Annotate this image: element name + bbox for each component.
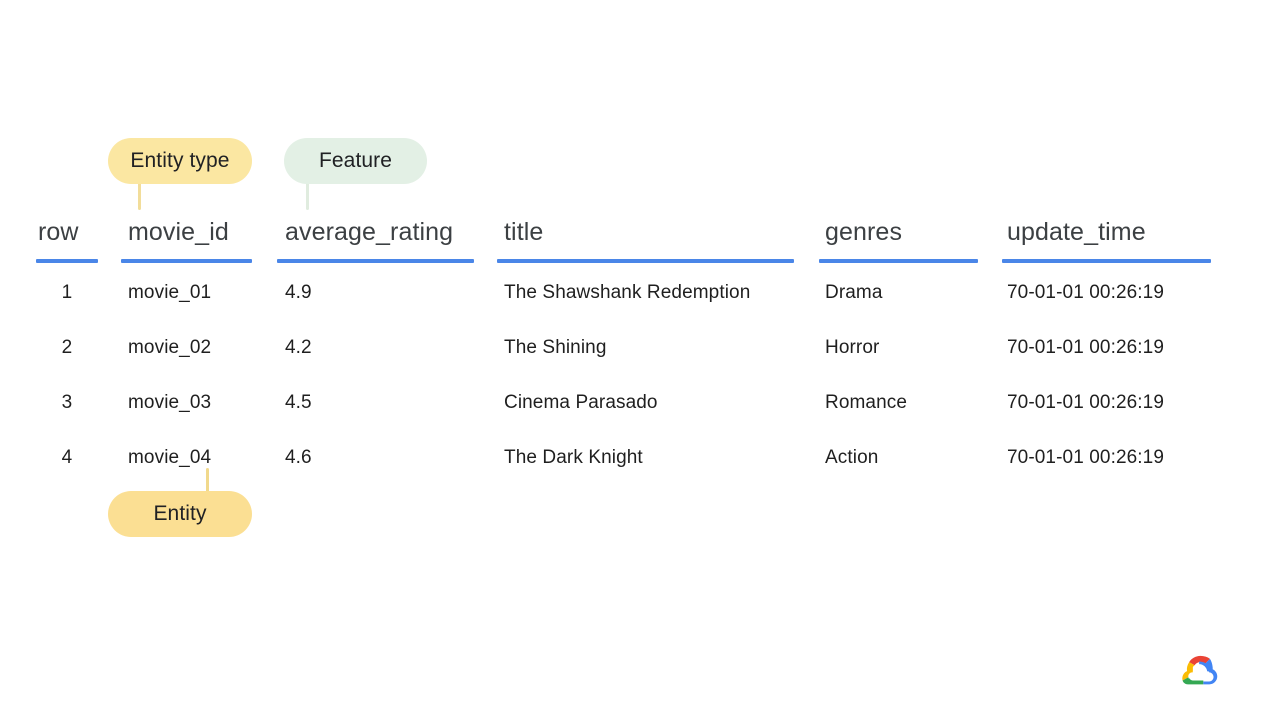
column-header-title: title [504,218,544,246]
column-header-genres: genres [825,218,903,246]
cell-average-rating: 4.5 [285,392,312,413]
column-header-average-rating: average_rating [285,218,454,246]
cell-genres: Drama [825,282,883,303]
entity-type-badge: Entity type [108,138,252,184]
feature-badge-label: Feature [318,149,393,172]
cell-average-rating: 4.9 [285,282,312,303]
column-rule-update-time [1002,259,1211,263]
column-header-movie-id: movie_id [128,218,229,246]
cell-update-time: 70-01-01 00:26:19 [1007,337,1164,358]
cell-genres: Romance [825,392,908,413]
cell-row: 4 [61,447,73,468]
column-rule-title [497,259,794,263]
cell-title: The Shining [504,337,607,358]
cell-row: 3 [61,392,73,413]
cell-update-time: 70-01-01 00:26:19 [1007,447,1164,468]
entity-badge-label: Entity [153,502,207,525]
cell-genres: Action [825,447,879,468]
column-header-update-time: update_time [1007,218,1146,246]
entity-badge: Entity [108,491,252,537]
cell-movie-id: movie_02 [128,337,212,358]
cell-row: 1 [61,282,73,303]
column-rule-average-rating [277,259,474,263]
column-header-row: row [38,218,79,246]
feature-connector [306,182,309,210]
column-rule-row [36,259,98,263]
cell-title: Cinema Parasado [504,392,658,413]
cell-title: The Shawshank Redemption [504,282,751,303]
cell-movie-id: movie_03 [128,392,212,413]
cell-genres: Horror [825,337,880,358]
cell-update-time: 70-01-01 00:26:19 [1007,392,1164,413]
cell-title: The Dark Knight [504,447,643,468]
entity-type-badge-label: Entity type [130,149,230,172]
cell-movie-id: movie_04 [128,447,212,468]
cell-average-rating: 4.2 [285,337,312,358]
cell-row: 2 [61,337,73,358]
column-rule-movie-id [121,259,252,263]
cell-movie-id: movie_01 [128,282,212,303]
column-rule-genres [819,259,978,263]
feature-badge: Feature [284,138,427,184]
entity-type-connector [138,182,141,210]
cell-update-time: 70-01-01 00:26:19 [1007,282,1164,303]
slide-canvas: Entity type Feature Entity row movie_id … [0,0,1280,720]
cell-average-rating: 4.6 [285,447,312,468]
google-cloud-logo [1181,654,1219,686]
